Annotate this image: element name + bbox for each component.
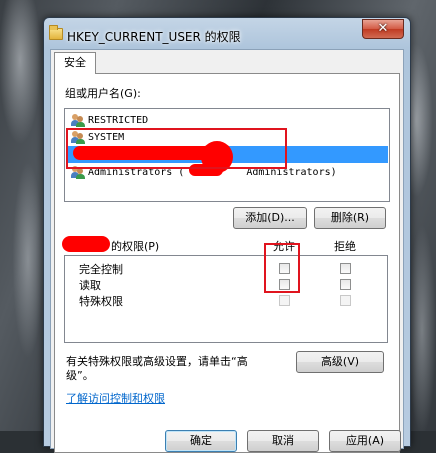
- permissions-dialog: HKEY_CURRENT_USER 的权限 ✕ 安全 组或用户名(G): RES…: [43, 17, 411, 453]
- close-icon: ✕: [377, 21, 389, 36]
- deny-checkbox-full-control[interactable]: [340, 263, 351, 274]
- title-bar[interactable]: HKEY_CURRENT_USER 的权限 ✕: [44, 18, 410, 50]
- permissions-table: 完全控制 读取 特殊权限: [64, 255, 388, 343]
- tab-security[interactable]: 安全: [54, 52, 96, 74]
- advanced-button[interactable]: 高级(V): [296, 351, 384, 373]
- folder-icon: [49, 25, 63, 40]
- redaction-mark: [62, 236, 110, 252]
- group-users-label: 组或用户名(G):: [65, 87, 141, 100]
- deny-checkbox-read[interactable]: [340, 279, 351, 290]
- cancel-button[interactable]: 取消: [247, 430, 319, 452]
- deny-column-header: 拒绝: [334, 240, 356, 253]
- deny-checkbox-special: [340, 295, 351, 306]
- close-button[interactable]: ✕: [362, 19, 404, 39]
- user-name: RESTRICTED: [88, 115, 149, 126]
- permission-name: 读取: [79, 279, 101, 292]
- access-control-help-link[interactable]: 了解访问控制和权限: [66, 390, 165, 406]
- permission-name: 完全控制: [79, 263, 123, 276]
- window-title: HKEY_CURRENT_USER 的权限: [67, 30, 241, 44]
- remove-button[interactable]: 删除(R): [314, 207, 386, 229]
- annotation-box-user: [66, 128, 287, 169]
- advanced-info-line2: 级”。: [66, 369, 94, 382]
- list-item-restricted[interactable]: RESTRICTED: [66, 112, 388, 129]
- ok-button[interactable]: 确定: [165, 430, 237, 452]
- add-button[interactable]: 添加(D)...: [233, 207, 307, 229]
- permissions-label: 的权限(P): [111, 240, 160, 253]
- annotation-box-allow: [264, 243, 300, 293]
- user-group-icon: [71, 114, 85, 127]
- permission-name: 特殊权限: [79, 295, 123, 308]
- apply-button[interactable]: 应用(A): [329, 430, 401, 452]
- allow-checkbox-special: [279, 295, 290, 306]
- dialog-body: 安全 组或用户名(G): RESTRICTED SYSTEM Administr…: [50, 49, 404, 453]
